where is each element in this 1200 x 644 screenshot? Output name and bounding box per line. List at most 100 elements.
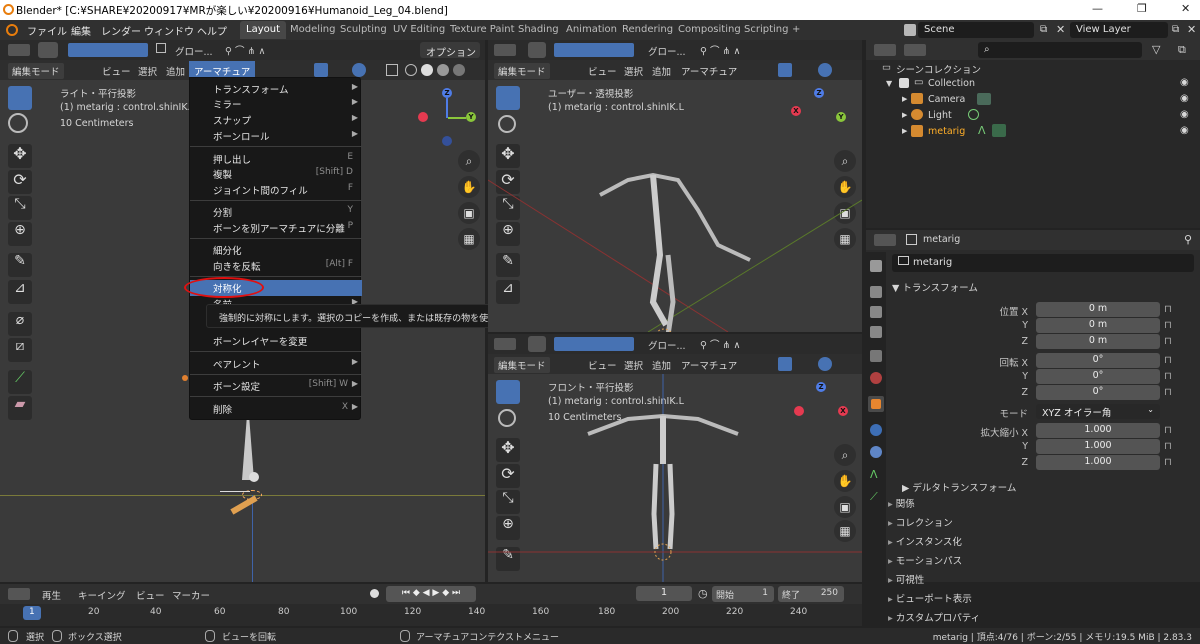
select-mode-buttons[interactable] (554, 43, 634, 57)
select-mode-buttons[interactable] (554, 337, 634, 351)
transform-orientation-dropdown[interactable]: グロー... (175, 44, 213, 58)
ortho-toggle-icon[interactable]: ▦ (458, 228, 480, 250)
menu-item-subdivide[interactable]: 細分化 (190, 242, 362, 257)
shading-render-icon[interactable] (453, 64, 465, 76)
menu-view[interactable]: ビュー (588, 64, 617, 78)
lock-icon[interactable]: ⊓ (1164, 320, 1172, 331)
tool-scale[interactable]: ⤡ (8, 196, 32, 220)
transform-orientation-dropdown[interactable]: グロー... (648, 44, 686, 58)
object-tab-icon[interactable] (868, 396, 884, 412)
current-frame-field[interactable]: 1 (636, 586, 692, 601)
menu-edit[interactable]: 編集 (71, 23, 91, 38)
delta-transform-panel[interactable]: ▶ デルタトランスフォーム (902, 480, 1016, 494)
expand-arrow-icon[interactable]: ▼ (886, 79, 892, 88)
tab-shading[interactable]: Shading (512, 21, 565, 39)
pivot-icon[interactable] (156, 43, 166, 53)
add-workspace-button[interactable]: + (786, 21, 806, 39)
expand-arrow-icon[interactable]: ▶ (902, 95, 907, 103)
lock-icon[interactable]: ⊓ (1164, 355, 1172, 366)
menu-item-bone-layers[interactable]: ボーンレイヤーを変更 (190, 333, 362, 348)
scale-x-field[interactable]: 1.000 (1036, 423, 1160, 438)
location-z-field[interactable]: 0 m (1036, 334, 1160, 349)
select-tool-icon[interactable] (528, 336, 546, 352)
rotation-x-field[interactable]: 0° (1036, 353, 1160, 368)
physics-tab-icon[interactable] (870, 446, 882, 458)
menu-playback[interactable]: 再生 (42, 588, 61, 602)
location-x-field[interactable]: 0 m (1036, 302, 1160, 317)
editor-type-icon[interactable] (874, 44, 896, 56)
object-name-field[interactable]: metarig (892, 254, 1194, 272)
menu-item-bone-roll[interactable]: ボーンロール ▶ (190, 128, 362, 143)
pan-hand-icon[interactable]: ✋ (458, 176, 480, 198)
modifier-tab-icon[interactable] (870, 424, 882, 436)
tool-bone-size[interactable]: ⧄ (8, 338, 32, 362)
tool-tab-icon[interactable] (870, 260, 882, 272)
light-label[interactable]: Light (928, 110, 952, 121)
shading-material-icon[interactable] (437, 64, 449, 76)
shading-solid-icon[interactable] (421, 64, 433, 76)
armature-tab-icon[interactable]: ⴷ (870, 468, 882, 481)
snap-icon[interactable]: ⚲ ⌒ ⋔ ∧ (700, 43, 740, 57)
expand-arrow-icon[interactable]: ▶ (902, 127, 907, 135)
menu-item-duplicate[interactable]: 複製 [Shift] D (190, 166, 362, 181)
scene-collection-label[interactable]: シーンコレクション (896, 62, 981, 76)
rotation-z-field[interactable]: 0° (1036, 385, 1160, 400)
select-tool-icon[interactable] (528, 42, 546, 58)
menu-keying[interactable]: キーイング (78, 588, 126, 602)
checkbox-icon[interactable] (899, 78, 909, 88)
menu-view[interactable]: ビュー (102, 64, 131, 78)
panel-viewport-display[interactable]: ▸ ビューポート表示 (888, 591, 1200, 609)
minimize-button[interactable]: — (1092, 2, 1103, 15)
menu-render[interactable]: レンダー (101, 23, 141, 38)
pin-icon[interactable]: ⚲ (1184, 233, 1192, 246)
visibility-eye-icon[interactable]: ◉ (1180, 109, 1189, 120)
blender-menu-icon[interactable] (6, 24, 18, 36)
tool-roll[interactable]: ⌀ (8, 312, 32, 336)
editor-type-icon[interactable] (494, 44, 516, 56)
menu-add[interactable]: 追加 (652, 358, 671, 372)
menu-item-fill[interactable]: ジョイント間のフィル F (190, 182, 362, 197)
menu-marker[interactable]: マーカー (172, 588, 210, 602)
collection-label[interactable]: Collection (928, 78, 975, 89)
outliner-search-input[interactable]: ⌕ (978, 42, 1142, 58)
panel-instancing[interactable]: ▸ インスタンス化 (888, 534, 1200, 552)
new-scene-icon[interactable]: ⧉ (1040, 24, 1047, 35)
clock-icon[interactable]: ◷ (698, 587, 708, 600)
tool-select-box[interactable] (8, 86, 32, 110)
display-mode-icon[interactable] (904, 44, 926, 56)
menu-select[interactable]: 選択 (138, 64, 157, 78)
tool-annotate[interactable]: ✎ (8, 253, 32, 277)
tab-modeling[interactable]: Modeling (284, 21, 342, 39)
panel-collections[interactable]: ▸ コレクション (888, 515, 1200, 533)
gizmo-toggle-icon[interactable] (314, 63, 328, 77)
snap-icon[interactable]: ⚲ ⌒ ⋔ ∧ (700, 337, 740, 351)
panel-relations[interactable]: ▸ 関係 (888, 496, 1200, 514)
playback-controls-icon[interactable]: ⏮ ◆ ◀ ▶ ◆ ⏭ (386, 586, 476, 602)
gizmo-toggle-icon[interactable] (778, 63, 792, 77)
menu-item-mirror[interactable]: ミラー ▶ (190, 96, 362, 111)
view-layer-tab-icon[interactable] (870, 326, 882, 338)
lock-icon[interactable]: ⊓ (1164, 336, 1172, 347)
menu-file[interactable]: ファイル (27, 23, 67, 38)
snap-icon[interactable]: ⚲ ⌒ ⋔ ∧ (225, 43, 265, 57)
expand-arrow-icon[interactable]: ▶ (902, 111, 907, 119)
delete-layer-icon[interactable]: ✕ (1187, 23, 1196, 36)
lock-icon[interactable]: ⊓ (1164, 425, 1172, 436)
tool-extrude[interactable]: ⟋ (8, 370, 32, 394)
visibility-eye-icon[interactable]: ◉ (1180, 93, 1189, 104)
menu-select[interactable]: 選択 (624, 358, 643, 372)
viewport-top-right[interactable]: グロー... ⚲ ⌒ ⋔ ∧ 編集モード ビュー 選択 追加 アーマチュア ✥ … (488, 40, 862, 332)
camera-label[interactable]: Camera (928, 94, 965, 105)
start-frame-field[interactable]: 開始 1 (712, 586, 774, 602)
scene-field[interactable]: Scene (918, 22, 1034, 38)
menu-item-transform[interactable]: トランスフォーム ▶ (190, 81, 362, 96)
render-tab-icon[interactable] (870, 286, 882, 298)
metarig-label[interactable]: metarig (928, 126, 965, 137)
new-collection-icon[interactable]: ⧉ (1178, 43, 1186, 57)
menu-item-split[interactable]: 分割 Y (190, 204, 362, 219)
scene-tab-icon[interactable] (870, 350, 882, 362)
editor-type-icon[interactable] (8, 44, 30, 56)
menu-add[interactable]: 追加 (652, 64, 671, 78)
view-layer-field[interactable]: View Layer (1070, 22, 1168, 38)
record-icon[interactable] (370, 589, 379, 598)
